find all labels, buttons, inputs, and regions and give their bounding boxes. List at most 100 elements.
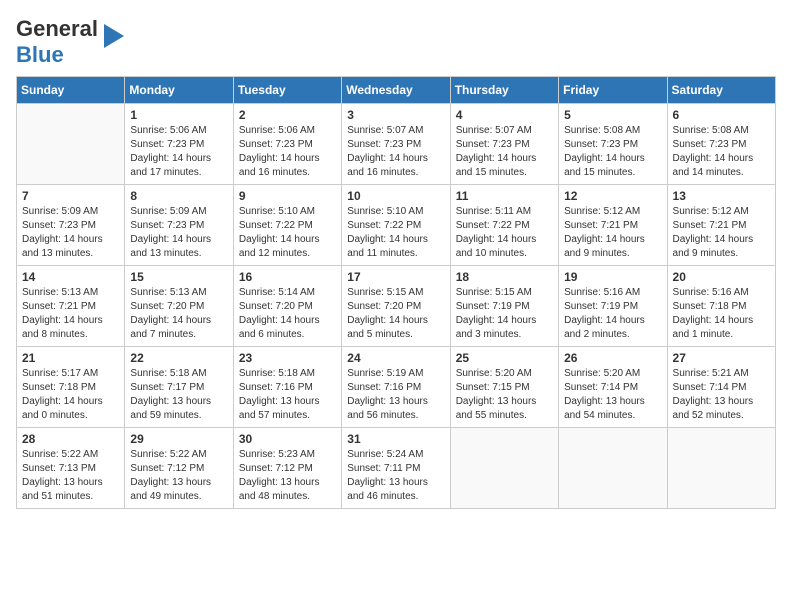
calendar-cell: 29 Sunrise: 5:22 AMSunset: 7:12 PMDayligh… (125, 428, 233, 509)
calendar-week-row: 14 Sunrise: 5:13 AMSunset: 7:21 PMDayligh… (17, 266, 776, 347)
calendar-cell: 12Sunrise: 5:12 AMSunset: 7:21 PMDayligh… (559, 185, 667, 266)
day-number: 26 (564, 351, 661, 365)
calendar-cell: 6 Sunrise: 5:08 AMSunset: 7:23 PMDaylight… (667, 104, 775, 185)
calendar-cell: 24 Sunrise: 5:19 AMSunset: 7:16 PMDayligh… (342, 347, 450, 428)
day-info: Sunrise: 5:08 AMSunset: 7:23 PMDaylight:… (673, 124, 770, 180)
day-info: Sunrise: 5:06 AMSunset: 7:23 PMDaylight:… (239, 124, 336, 180)
weekday-header-sunday: Sunday (17, 77, 125, 104)
calendar-cell: 2 Sunrise: 5:06 AMSunset: 7:23 PMDaylight… (233, 104, 341, 185)
calendar-cell: 7 Sunrise: 5:09 AMSunset: 7:23 PMDaylight… (17, 185, 125, 266)
calendar-table: SundayMondayTuesdayWednesdayThursdayFrid… (16, 76, 776, 509)
calendar-week-row: 7 Sunrise: 5:09 AMSunset: 7:23 PMDaylight… (17, 185, 776, 266)
calendar-cell: 20Sunrise: 5:16 AMSunset: 7:18 PMDayligh… (667, 266, 775, 347)
calendar-cell: 17 Sunrise: 5:15 AMSunset: 7:20 PMDayligh… (342, 266, 450, 347)
day-info: Sunrise: 5:16 AMSunset: 7:18 PMDaylight:… (673, 286, 770, 342)
calendar-cell: 1 Sunrise: 5:06 AMSunset: 7:23 PMDaylight… (125, 104, 233, 185)
calendar-week-row: 28Sunrise: 5:22 AMSunset: 7:13 PMDayligh… (17, 428, 776, 509)
day-number: 6 (673, 108, 770, 122)
calendar-cell: 30 Sunrise: 5:23 AMSunset: 7:12 PMDayligh… (233, 428, 341, 509)
day-info: Sunrise: 5:07 AMSunset: 7:23 PMDaylight:… (456, 124, 553, 180)
day-info: Sunrise: 5:07 AMSunset: 7:23 PMDaylight:… (347, 124, 444, 180)
weekday-header-tuesday: Tuesday (233, 77, 341, 104)
day-number: 22 (130, 351, 227, 365)
day-number: 4 (456, 108, 553, 122)
day-info: Sunrise: 5:11 AMSunset: 7:22 PMDaylight:… (456, 205, 553, 261)
day-info: Sunrise: 5:19 AMSunset: 7:16 PMDaylight:… (347, 367, 444, 423)
calendar-week-row: 21Sunrise: 5:17 AMSunset: 7:18 PMDayligh… (17, 347, 776, 428)
calendar-cell: 4 Sunrise: 5:07 AMSunset: 7:23 PMDaylight… (450, 104, 558, 185)
day-number: 9 (239, 189, 336, 203)
calendar-cell: 8 Sunrise: 5:09 AMSunset: 7:23 PMDaylight… (125, 185, 233, 266)
weekday-header-row: SundayMondayTuesdayWednesdayThursdayFrid… (17, 77, 776, 104)
calendar-cell: 25Sunrise: 5:20 AMSunset: 7:15 PMDayligh… (450, 347, 558, 428)
day-number: 5 (564, 108, 661, 122)
calendar-cell: 3 Sunrise: 5:07 AMSunset: 7:23 PMDaylight… (342, 104, 450, 185)
calendar-cell (559, 428, 667, 509)
calendar-cell: 31 Sunrise: 5:24 AMSunset: 7:11 PMDayligh… (342, 428, 450, 509)
calendar-cell (450, 428, 558, 509)
calendar-cell: 16 Sunrise: 5:14 AMSunset: 7:20 PMDayligh… (233, 266, 341, 347)
calendar-cell: 14 Sunrise: 5:13 AMSunset: 7:21 PMDayligh… (17, 266, 125, 347)
day-info: Sunrise: 5:23 AMSunset: 7:12 PMDaylight:… (239, 448, 336, 504)
day-info: Sunrise: 5:08 AMSunset: 7:23 PMDaylight:… (564, 124, 661, 180)
calendar-cell (667, 428, 775, 509)
weekday-header-wednesday: Wednesday (342, 77, 450, 104)
calendar-cell: 21Sunrise: 5:17 AMSunset: 7:18 PMDayligh… (17, 347, 125, 428)
weekday-header-thursday: Thursday (450, 77, 558, 104)
calendar-cell: 23Sunrise: 5:18 AMSunset: 7:16 PMDayligh… (233, 347, 341, 428)
day-number: 23 (239, 351, 336, 365)
day-info: Sunrise: 5:22 AMSunset: 7:13 PMDaylight:… (22, 448, 119, 504)
calendar-cell: 5 Sunrise: 5:08 AMSunset: 7:23 PMDaylight… (559, 104, 667, 185)
day-info: Sunrise: 5:14 AMSunset: 7:20 PMDaylight:… (239, 286, 336, 342)
day-info: Sunrise: 5:20 AMSunset: 7:15 PMDaylight:… (456, 367, 553, 423)
day-info: Sunrise: 5:12 AMSunset: 7:21 PMDaylight:… (564, 205, 661, 261)
calendar-cell: 18 Sunrise: 5:15 AMSunset: 7:19 PMDayligh… (450, 266, 558, 347)
day-info: Sunrise: 5:24 AMSunset: 7:11 PMDaylight:… (347, 448, 444, 504)
day-number: 7 (22, 189, 119, 203)
day-number: 30 (239, 432, 336, 446)
logo-blue-text: Blue (16, 42, 64, 67)
calendar-cell: 22 Sunrise: 5:18 AMSunset: 7:17 PMDayligh… (125, 347, 233, 428)
day-info: Sunrise: 5:06 AMSunset: 7:23 PMDaylight:… (130, 124, 227, 180)
day-number: 27 (673, 351, 770, 365)
day-number: 2 (239, 108, 336, 122)
day-number: 31 (347, 432, 444, 446)
day-info: Sunrise: 5:15 AMSunset: 7:19 PMDaylight:… (456, 286, 553, 342)
day-number: 16 (239, 270, 336, 284)
day-number: 10 (347, 189, 444, 203)
day-number: 15 (130, 270, 227, 284)
day-info: Sunrise: 5:09 AMSunset: 7:23 PMDaylight:… (130, 205, 227, 261)
day-info: Sunrise: 5:15 AMSunset: 7:20 PMDaylight:… (347, 286, 444, 342)
day-info: Sunrise: 5:13 AMSunset: 7:20 PMDaylight:… (130, 286, 227, 342)
day-number: 19 (564, 270, 661, 284)
day-number: 8 (130, 189, 227, 203)
day-number: 13 (673, 189, 770, 203)
day-info: Sunrise: 5:09 AMSunset: 7:23 PMDaylight:… (22, 205, 119, 261)
calendar-cell: 13Sunrise: 5:12 AMSunset: 7:21 PMDayligh… (667, 185, 775, 266)
calendar-cell: 28Sunrise: 5:22 AMSunset: 7:13 PMDayligh… (17, 428, 125, 509)
calendar-cell (17, 104, 125, 185)
calendar-week-row: 1 Sunrise: 5:06 AMSunset: 7:23 PMDaylight… (17, 104, 776, 185)
calendar-cell: 15 Sunrise: 5:13 AMSunset: 7:20 PMDayligh… (125, 266, 233, 347)
day-number: 18 (456, 270, 553, 284)
day-info: Sunrise: 5:17 AMSunset: 7:18 PMDaylight:… (22, 367, 119, 423)
weekday-header-friday: Friday (559, 77, 667, 104)
weekday-header-saturday: Saturday (667, 77, 775, 104)
day-number: 17 (347, 270, 444, 284)
day-info: Sunrise: 5:10 AMSunset: 7:22 PMDaylight:… (347, 205, 444, 261)
day-info: Sunrise: 5:18 AMSunset: 7:17 PMDaylight:… (130, 367, 227, 423)
day-number: 3 (347, 108, 444, 122)
day-number: 1 (130, 108, 227, 122)
day-number: 24 (347, 351, 444, 365)
calendar-cell: 19 Sunrise: 5:16 AMSunset: 7:19 PMDayligh… (559, 266, 667, 347)
day-info: Sunrise: 5:22 AMSunset: 7:12 PMDaylight:… (130, 448, 227, 504)
day-number: 14 (22, 270, 119, 284)
day-info: Sunrise: 5:16 AMSunset: 7:19 PMDaylight:… (564, 286, 661, 342)
calendar-cell: 27Sunrise: 5:21 AMSunset: 7:14 PMDayligh… (667, 347, 775, 428)
day-info: Sunrise: 5:13 AMSunset: 7:21 PMDaylight:… (22, 286, 119, 342)
logo: General Blue (16, 16, 124, 68)
day-number: 29 (130, 432, 227, 446)
calendar-cell: 11Sunrise: 5:11 AMSunset: 7:22 PMDayligh… (450, 185, 558, 266)
day-info: Sunrise: 5:10 AMSunset: 7:22 PMDaylight:… (239, 205, 336, 261)
calendar-cell: 10 Sunrise: 5:10 AMSunset: 7:22 PMDayligh… (342, 185, 450, 266)
